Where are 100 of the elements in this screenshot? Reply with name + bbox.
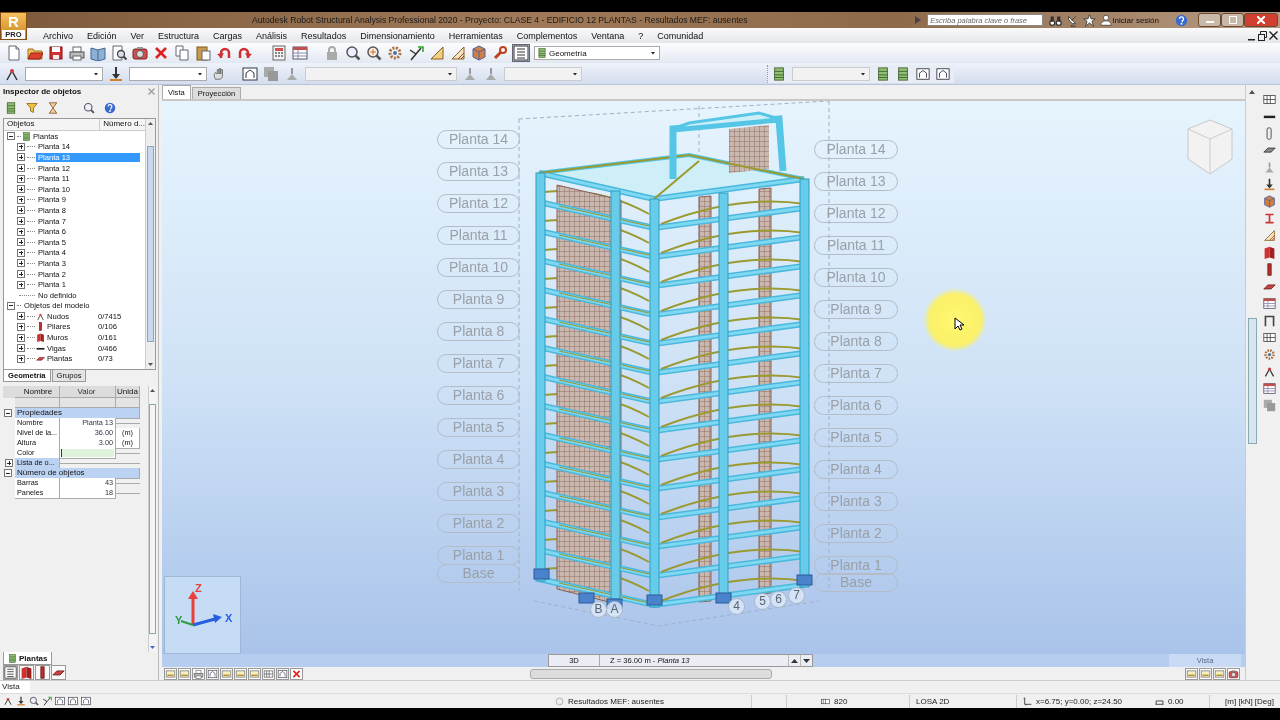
branch-icon[interactable] — [408, 45, 424, 61]
hatched-triangle-icon[interactable] — [450, 45, 466, 61]
expand-icon[interactable] — [17, 195, 25, 204]
expand-icon[interactable] — [17, 312, 25, 321]
menu-item[interactable]: Dimensionamiento — [353, 30, 442, 41]
filter-cell[interactable] — [116, 398, 140, 408]
collapse-icon[interactable] — [4, 469, 12, 477]
node-icon[interactable] — [3, 696, 13, 706]
expand-icon[interactable] — [17, 153, 25, 162]
scroll-up-icon[interactable] — [149, 386, 156, 395]
expand-icon[interactable] — [17, 248, 25, 257]
column-header[interactable]: Objetos — [4, 119, 101, 130]
view-icon[interactable] — [178, 667, 191, 680]
book-icon[interactable] — [90, 45, 106, 61]
scroll-up-icon[interactable] — [1248, 88, 1256, 96]
expand-icon[interactable] — [17, 354, 25, 363]
window-icon[interactable] — [81, 696, 91, 706]
list-icon[interactable] — [3, 665, 18, 680]
hand-icon[interactable] — [212, 66, 226, 81]
column-header[interactable]: Nombre — [15, 386, 60, 398]
document-icon[interactable] — [6, 45, 22, 61]
storey-icon[interactable] — [876, 66, 890, 81]
gear-icon[interactable] — [387, 45, 403, 61]
calculator-icon[interactable] — [271, 45, 287, 61]
expand-icon[interactable] — [17, 238, 25, 247]
window-icon[interactable] — [206, 667, 219, 680]
collapse-icon[interactable] — [7, 301, 15, 310]
window-icon[interactable] — [916, 66, 930, 81]
expand-icon[interactable] — [17, 164, 25, 173]
folder-icon[interactable] — [27, 45, 43, 61]
expand-icon[interactable] — [17, 206, 25, 215]
view-icon[interactable] — [1213, 667, 1226, 680]
view-icon[interactable] — [248, 667, 261, 680]
table-icon[interactable] — [292, 45, 308, 61]
storey-icon[interactable] — [896, 66, 910, 81]
column-icon[interactable] — [35, 665, 50, 680]
expand-icon[interactable] — [17, 174, 25, 183]
branch-icon[interactable] — [42, 696, 52, 706]
collapse-icon[interactable] — [7, 132, 15, 141]
load-icon[interactable] — [16, 696, 26, 706]
level-down-button[interactable] — [800, 655, 812, 666]
sign-in-link[interactable]: Iniciar sesión — [1112, 15, 1159, 25]
help-icon[interactable] — [1175, 13, 1188, 27]
frame-icon[interactable] — [1262, 314, 1276, 327]
expand-icon[interactable] — [17, 333, 25, 342]
view-name-field[interactable]: Vista — [0, 681, 30, 693]
star-icon[interactable] — [1083, 13, 1097, 27]
minimize-button[interactable] — [1198, 13, 1221, 27]
view-icon[interactable] — [164, 667, 177, 680]
filter-cell[interactable] — [15, 398, 60, 408]
camera-icon[interactable] — [1227, 667, 1240, 680]
storey-icon[interactable] — [5, 102, 17, 114]
restore-icon[interactable] — [1258, 30, 1267, 41]
expand-icon[interactable] — [17, 142, 25, 151]
expand-icon[interactable] — [17, 280, 25, 289]
scroll-down-icon[interactable] — [149, 643, 156, 652]
grid-icon[interactable] — [1262, 331, 1276, 344]
print-preview-icon[interactable] — [111, 45, 127, 61]
color-swatch[interactable] — [61, 448, 114, 457]
zoom-icon[interactable] — [83, 102, 95, 114]
grid-icon[interactable] — [1262, 93, 1276, 106]
view-icon[interactable] — [1185, 667, 1198, 680]
cube-icon[interactable] — [1262, 195, 1276, 208]
close-icon[interactable] — [1269, 30, 1278, 41]
table-icon[interactable] — [1262, 382, 1276, 395]
gear-icon[interactable] — [1262, 348, 1276, 361]
triangle-ruler-icon[interactable] — [429, 45, 445, 61]
wall-icon[interactable] — [1262, 246, 1276, 259]
expand-icon[interactable] — [17, 227, 25, 236]
delete-icon[interactable] — [290, 667, 303, 680]
expand-icon[interactable] — [17, 344, 25, 353]
panel-tab[interactable]: Plantas — [3, 652, 53, 665]
menu-item[interactable]: Análisis — [249, 30, 295, 41]
undo-icon[interactable] — [216, 45, 232, 61]
window-icon[interactable] — [242, 65, 258, 82]
person-icon[interactable] — [1100, 14, 1113, 26]
delete-icon[interactable] — [153, 45, 169, 61]
menu-item[interactable]: Herramientas — [441, 30, 510, 41]
menu-item[interactable]: Complementos — [509, 30, 585, 41]
storey-icon[interactable] — [772, 66, 786, 81]
window-icon[interactable] — [68, 696, 78, 706]
scrollbar-thumb[interactable] — [147, 146, 154, 342]
expand-icon[interactable] — [17, 185, 25, 194]
menu-item[interactable]: Comunidad — [650, 30, 711, 41]
scroll-down-icon[interactable] — [147, 360, 154, 369]
maximize-button[interactable] — [1221, 13, 1244, 27]
column-header[interactable]: Número d... — [100, 119, 145, 130]
list-icon[interactable] — [513, 45, 529, 61]
wrench-icon[interactable] — [492, 45, 508, 61]
cube-icon[interactable] — [471, 45, 487, 61]
level-up-button[interactable] — [788, 655, 800, 666]
view-icon[interactable] — [220, 667, 233, 680]
node-icon[interactable] — [1262, 365, 1276, 378]
paste-icon[interactable] — [195, 45, 211, 61]
window-icon[interactable] — [276, 667, 289, 680]
window-icon[interactable] — [55, 696, 65, 706]
grid-icon[interactable] — [262, 667, 275, 680]
menu-item[interactable]: Cargas — [206, 30, 250, 41]
menu-item[interactable]: Resultados — [294, 30, 354, 41]
binoculars-icon[interactable] — [1049, 13, 1063, 27]
